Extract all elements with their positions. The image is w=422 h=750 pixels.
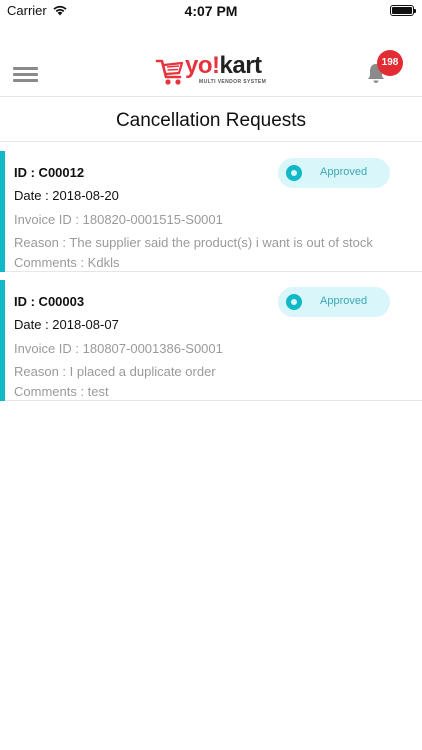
cancellation-request-card[interactable]: ID : C00012 Date : 2018-08-20 Invoice ID… [0,143,422,272]
invoice-id: Invoice ID : 180820-0001515-S0001 [14,212,223,227]
status-radio-icon [286,165,302,181]
cancellation-request-card[interactable]: ID : C00003 Date : 2018-08-07 Invoice ID… [0,272,422,401]
logo-wordmark: yo!kart [185,52,262,79]
clock: 4:07 PM [184,3,238,19]
status-badge: Approved [278,287,390,317]
status-bar: Carrier 4:07 PM [0,0,422,22]
invoice-id: Invoice ID : 180807-0001386-S0001 [14,341,223,356]
status-radio-icon [286,294,302,310]
request-comments: Comments : Kdkls [14,255,120,270]
logo-tagline: MULTI VENDOR SYSTEM [199,79,267,85]
request-date: Date : 2018-08-07 [14,317,119,332]
card-accent-bar [0,280,5,401]
cart-logo-icon [155,59,184,85]
status-badge: Approved [278,158,390,188]
battery-icon [390,5,416,16]
status-label: Approved [320,295,368,307]
app-header: yo!kart MULTI VENDOR SYSTEM 198 [0,45,422,97]
status-label: Approved [320,166,368,178]
page-title-bar: Cancellation Requests [0,98,422,142]
notification-count-badge[interactable]: 198 [377,50,403,76]
yokart-logo: yo!kart MULTI VENDOR SYSTEM [155,53,270,91]
request-comments: Comments : test [14,384,109,399]
request-id: ID : C00003 [14,294,85,309]
card-accent-bar [0,151,5,272]
hamburger-menu-icon[interactable] [13,67,38,83]
page-title: Cancellation Requests [115,110,307,131]
request-date: Date : 2018-08-20 [14,188,119,203]
request-reason: Reason : The supplier said the product(s… [14,235,373,250]
request-id: ID : C00012 [14,165,85,180]
request-reason: Reason : I placed a duplicate order [14,364,216,379]
